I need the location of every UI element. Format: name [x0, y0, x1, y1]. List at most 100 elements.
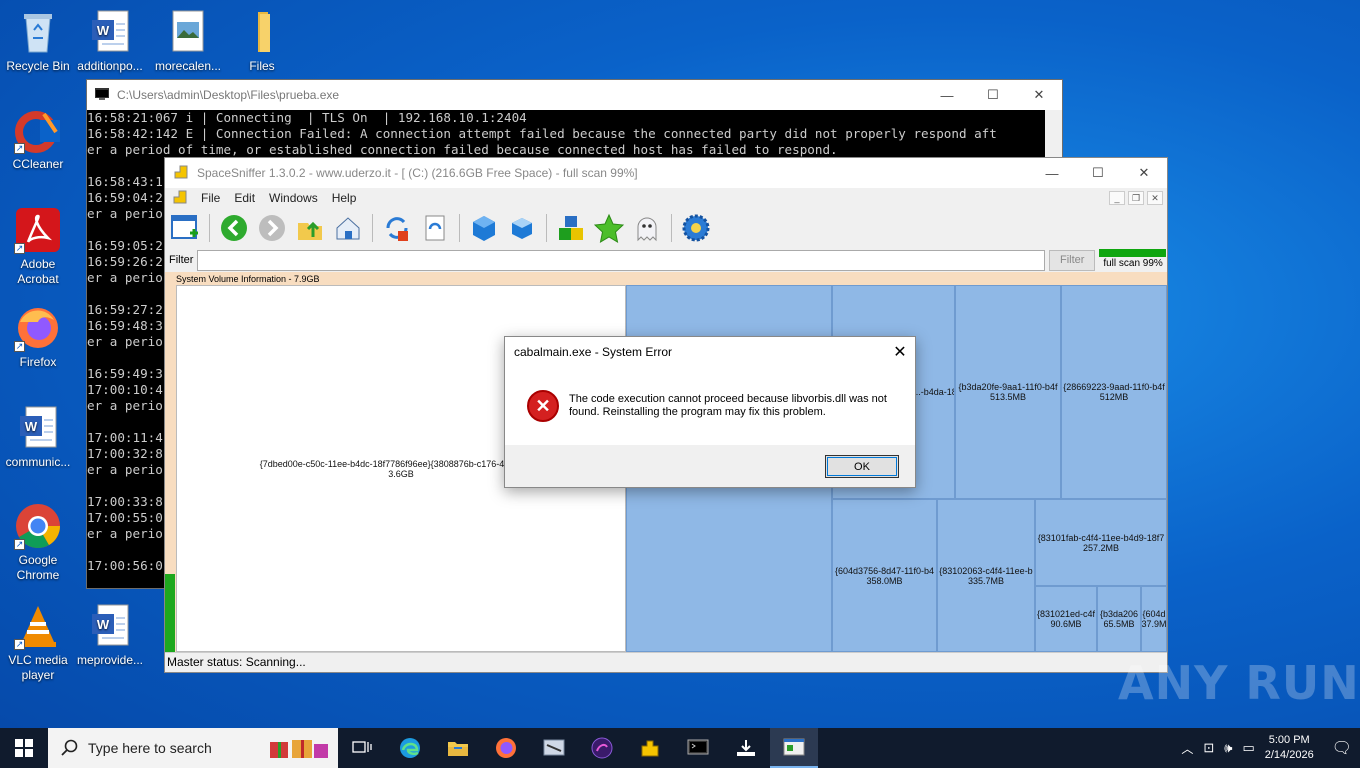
- taskbar-app[interactable]: [530, 728, 578, 768]
- minimize-button[interactable]: —: [924, 80, 970, 110]
- mdi-close-button[interactable]: ✕: [1147, 191, 1163, 205]
- taskbar-spacesniffer[interactable]: [770, 728, 818, 768]
- treemap-cell[interactable]: {83101fab-c4f4-11ee-b4d9-18f7 257.2MB: [1035, 499, 1167, 586]
- filter-button[interactable]: Filter: [1049, 249, 1096, 271]
- new-view-button[interactable]: [169, 212, 201, 244]
- acrobat-icon: ↗: [14, 206, 62, 254]
- ghost-icon: [637, 217, 657, 242]
- toolbar-separator: [546, 214, 547, 242]
- toolbar-separator: [372, 214, 373, 242]
- toolbar-separator: [459, 214, 460, 242]
- forward-button[interactable]: [256, 212, 288, 244]
- desktop-icon-files[interactable]: Files: [224, 8, 300, 74]
- close-button[interactable]: ✕: [1121, 158, 1167, 188]
- task-view-button[interactable]: [338, 728, 386, 768]
- up-folder-button[interactable]: [294, 212, 326, 244]
- treemap-cell[interactable]: {604d 37.9M: [1141, 586, 1167, 652]
- console-titlebar[interactable]: C:\Users\admin\Desktop\Files\prueba.exe …: [87, 80, 1062, 110]
- rescan-button[interactable]: [419, 212, 451, 244]
- maximize-button[interactable]: ☐: [1075, 158, 1121, 188]
- dialog-titlebar[interactable]: cabalmain.exe - System Error ✕: [505, 337, 915, 367]
- clock-date: 2/14/2026: [1264, 749, 1314, 761]
- toolbar: [165, 208, 1167, 248]
- desktop-icon-adobe-acrobat[interactable]: ↗ Adobe Acrobat: [0, 206, 76, 287]
- cube-icon: [473, 216, 495, 241]
- tagging-button[interactable]: [555, 212, 587, 244]
- treemap-cell[interactable]: {b3da206 65.5MB: [1097, 586, 1141, 652]
- desktop-icon-additionpo[interactable]: W additionpo...: [72, 8, 148, 74]
- dialog-close-button[interactable]: ✕: [885, 342, 915, 362]
- menu-windows[interactable]: Windows: [269, 191, 318, 205]
- system-error-dialog[interactable]: cabalmain.exe - System Error ✕ ✕ The cod…: [504, 336, 916, 488]
- settings-button[interactable]: [680, 212, 712, 244]
- speaker-icon[interactable]: 🕪: [1224, 740, 1232, 756]
- desktop-icon-meprovide[interactable]: W meprovide...: [72, 602, 148, 668]
- maximize-button[interactable]: ☐: [970, 80, 1016, 110]
- back-button[interactable]: [218, 212, 250, 244]
- ccleaner-icon: ↗: [14, 106, 62, 154]
- menu-help[interactable]: Help: [332, 191, 357, 205]
- start-button[interactable]: [0, 728, 48, 768]
- treemap-cell[interactable]: {831021ed-c4f 90.6MB: [1035, 586, 1097, 652]
- star-icon: [594, 213, 624, 243]
- desktop-icon-firefox[interactable]: ↗ Firefox: [0, 304, 76, 370]
- taskbar-edge[interactable]: [386, 728, 434, 768]
- zoom-out-button[interactable]: [506, 212, 538, 244]
- spacesniffer-titlebar[interactable]: SpaceSniffer 1.3.0.2 - www.uderzo.it - […: [165, 158, 1167, 188]
- console-scrollbar[interactable]: [1045, 110, 1062, 158]
- spacesniffer-app-icon: [173, 164, 189, 183]
- gear-icon: [682, 214, 710, 242]
- taskbar-app-2[interactable]: [578, 728, 626, 768]
- notification-icon[interactable]: 🗨: [1332, 738, 1352, 758]
- word-doc-icon: W: [14, 404, 62, 452]
- app-icon: [543, 739, 565, 756]
- network-icon[interactable]: ⊡: [1203, 740, 1214, 756]
- filter-input[interactable]: [197, 249, 1046, 271]
- taskbar-app-4[interactable]: [722, 728, 770, 768]
- desktop-icon-recycle-bin[interactable]: Recycle Bin: [0, 8, 76, 74]
- rescan-icon: [425, 215, 445, 241]
- menu-edit[interactable]: Edit: [234, 191, 255, 205]
- home-button[interactable]: [332, 212, 364, 244]
- treemap-cell[interactable]: {83102063-c4f4-11ee-b 335.7MB: [937, 499, 1035, 652]
- chevron-up-icon[interactable]: ︿: [1181, 740, 1193, 757]
- ghost-button[interactable]: [631, 212, 663, 244]
- desktop-icon-ccleaner[interactable]: ↗ CCleaner: [0, 106, 76, 172]
- treemap-cell[interactable]: {604d3756-8d47-11f0-b4 358.0MB: [832, 499, 937, 652]
- taskbar-app-3[interactable]: [626, 728, 674, 768]
- taskbar-file-explorer[interactable]: [434, 728, 482, 768]
- scan-progress-bar: [1099, 249, 1167, 257]
- taskbar-console[interactable]: [674, 728, 722, 768]
- firefox-icon: [496, 738, 516, 758]
- refresh-button[interactable]: [381, 212, 413, 244]
- minimize-button[interactable]: —: [1029, 158, 1075, 188]
- desktop-icon-communic[interactable]: W communic...: [0, 404, 76, 470]
- image-file-icon: [164, 8, 212, 56]
- clock[interactable]: 5:00 PM 2/14/2026: [1265, 733, 1314, 763]
- treemap-cell[interactable]: {b3da20fe-9aa1-11f0-b4f 513.5MB: [955, 285, 1061, 499]
- mdi-minimize-button[interactable]: _: [1109, 191, 1125, 205]
- mdi-restore-button[interactable]: ❐: [1128, 191, 1144, 205]
- treemap-cell[interactable]: {28669223-9aad-11f0-b4f 512MB: [1061, 285, 1167, 499]
- treemap-header: System Volume Information - 7.9GB: [176, 274, 320, 284]
- favorites-button[interactable]: [593, 212, 625, 244]
- dialog-title: cabalmain.exe - System Error: [514, 345, 673, 359]
- desktop-icon-google-chrome[interactable]: ↗ Google Chrome: [0, 502, 76, 583]
- ok-button[interactable]: OK: [825, 455, 899, 478]
- refresh-icon: [386, 217, 408, 241]
- zoom-in-button[interactable]: [468, 212, 500, 244]
- console-app-icon: [95, 87, 109, 103]
- vlc-icon: ↗: [14, 602, 62, 650]
- menu-file[interactable]: File: [201, 191, 220, 205]
- taskbar-firefox[interactable]: [482, 728, 530, 768]
- svg-text:W: W: [97, 23, 110, 38]
- menu-app-icon: [173, 190, 187, 207]
- anyrun-watermark: ANY RUN: [1118, 656, 1360, 710]
- desktop-icon-morecalen[interactable]: morecalen...: [150, 8, 226, 74]
- taskbar-search[interactable]: Type here to search: [48, 728, 338, 768]
- close-button[interactable]: ✕: [1016, 80, 1062, 110]
- ethernet-icon[interactable]: ▭: [1242, 740, 1254, 756]
- folder-icon: [238, 8, 286, 56]
- desktop-icon-vlc[interactable]: ↗ VLC media player: [0, 602, 76, 683]
- treemap-green-block: [165, 574, 175, 652]
